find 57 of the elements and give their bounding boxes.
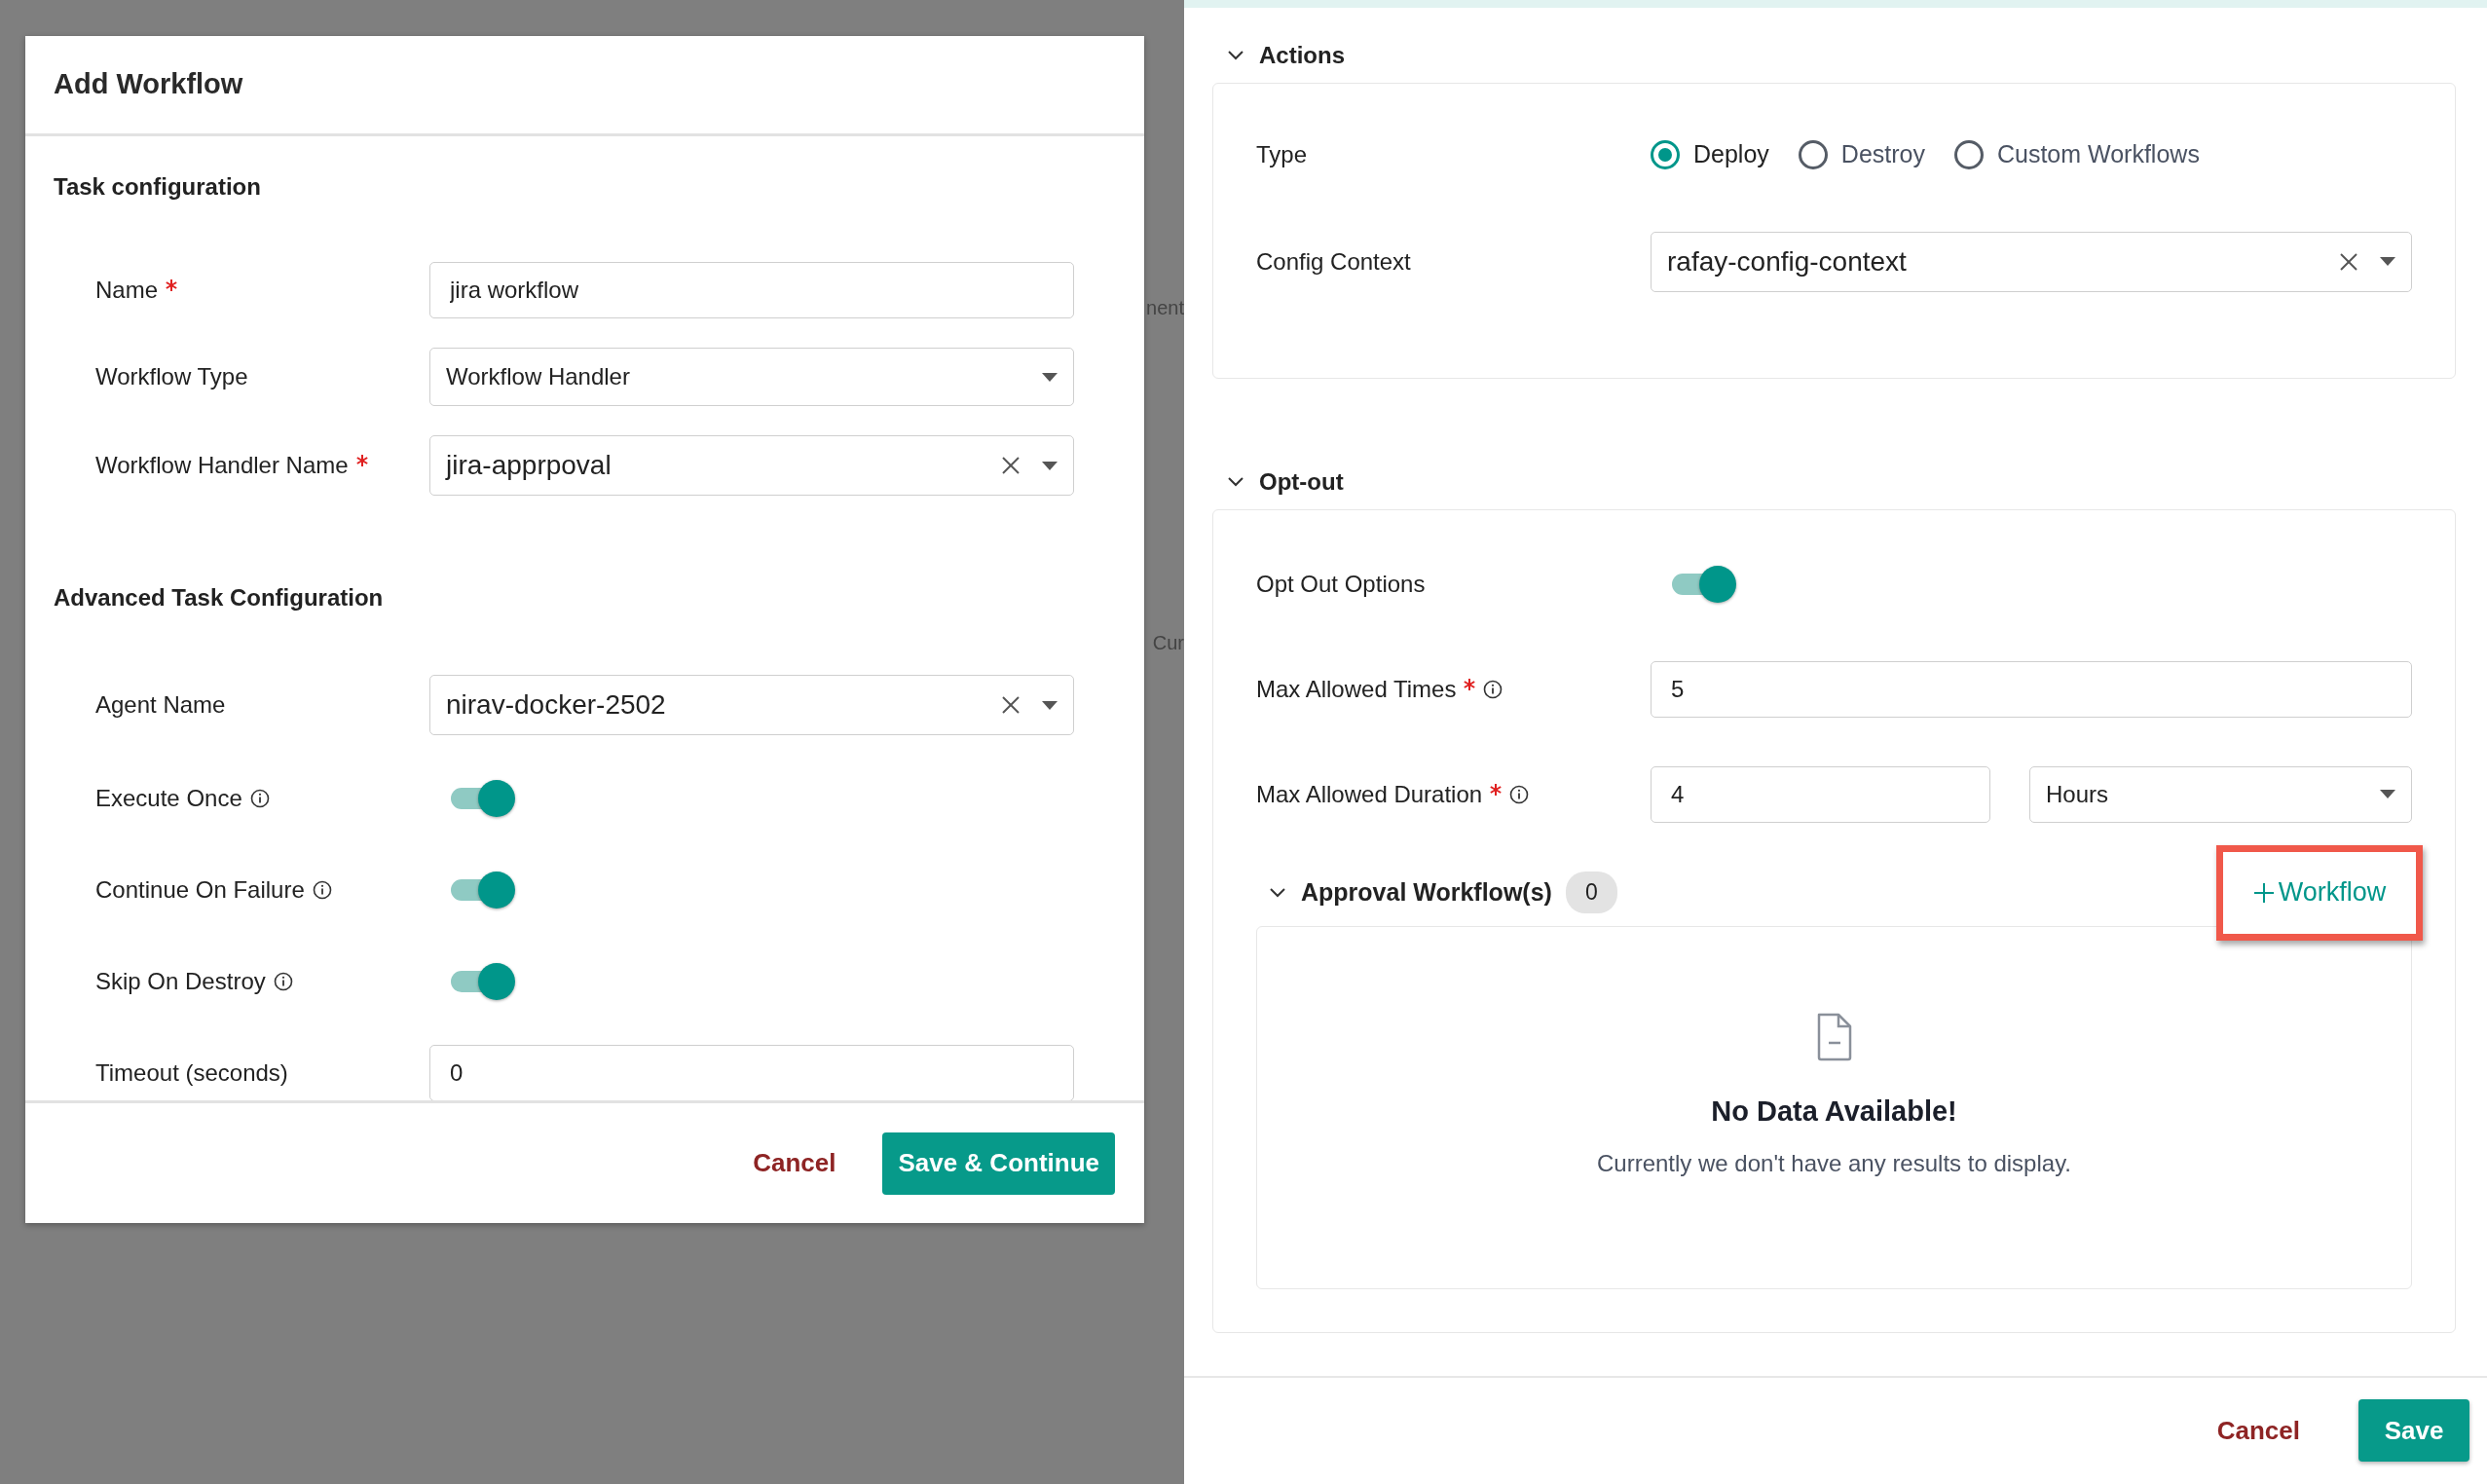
toggle-switch[interactable] <box>1670 564 1738 604</box>
field-label: Skip On Destroy <box>95 967 266 996</box>
radio-label[interactable]: Custom Workflows <box>1996 136 2200 173</box>
select-field[interactable]: nirav-docker-2502 <box>429 675 1074 735</box>
section-title[interactable]: Actions <box>1259 37 1345 73</box>
field-label: Max Allowed Duration <box>1256 779 1483 809</box>
field-label: Workflow Handler Name <box>95 451 349 480</box>
background-text: nent <box>1146 296 1184 319</box>
caret-down-icon[interactable] <box>1042 700 1058 710</box>
section-title[interactable]: Opt-out <box>1259 464 1344 500</box>
add-workflow-button[interactable]: Workflow <box>2216 844 2423 941</box>
radio-button[interactable] <box>1798 139 1828 169</box>
toggle-switch[interactable] <box>449 779 517 818</box>
subsection-title[interactable]: Approval Workflow(s) <box>1301 874 1552 911</box>
field-label: Max Allowed Times <box>1256 674 1457 704</box>
section-heading: Advanced Task Configuration <box>54 583 385 612</box>
number-field[interactable]: 4 <box>1651 765 1990 823</box>
item-count: 0 <box>1565 872 1617 913</box>
unit-select[interactable]: Hours <box>2029 765 2412 823</box>
caret-down-icon[interactable] <box>1042 461 1058 470</box>
close-icon[interactable] <box>1001 456 1021 475</box>
text-field[interactable]: jira workflow <box>429 262 1074 318</box>
text-field[interactable]: 5 <box>1651 660 2412 718</box>
field-label: Type <box>1256 139 1308 169</box>
radio-label[interactable]: Deploy <box>1693 136 1769 173</box>
field-label: Continue On Failure <box>95 875 305 905</box>
toggle-switch[interactable] <box>449 962 517 1001</box>
empty-state-message: Currently we don't have any results to display. <box>1596 1149 2071 1179</box>
section-heading: Task configuration <box>54 172 262 202</box>
close-icon[interactable] <box>1001 695 1021 715</box>
field-label: Config Context <box>1256 246 1411 277</box>
primary-button[interactable]: Save & Continue <box>882 1132 1115 1195</box>
select-field[interactable]: rafay-config-context <box>1651 231 2412 292</box>
select-field[interactable]: Workflow Handler <box>429 348 1074 406</box>
cancel-button[interactable]: Cancel <box>733 1134 856 1192</box>
primary-button[interactable]: Save <box>2358 1399 2469 1463</box>
field-label: Agent Name <box>95 690 226 720</box>
close-icon[interactable] <box>2339 251 2358 272</box>
dialog-title: Add Workflow <box>54 67 243 102</box>
field-label: Name <box>95 276 159 305</box>
toggle-switch[interactable] <box>449 871 517 909</box>
field-label: Opt Out Options <box>1256 569 1426 599</box>
caret-down-icon[interactable] <box>2380 790 2395 799</box>
field-label: Workflow Type <box>95 362 248 391</box>
background-text: Cur <box>1152 631 1184 654</box>
field-label: Timeout (seconds) <box>95 1058 288 1088</box>
cancel-button[interactable]: Cancel <box>2197 1401 2320 1460</box>
radio-button[interactable] <box>1651 139 1680 169</box>
field-label: Execute Once <box>95 784 242 813</box>
caret-down-icon[interactable] <box>2380 257 2395 267</box>
plus-icon <box>2252 881 2275 904</box>
radio-button[interactable] <box>1953 139 1984 169</box>
caret-down-icon[interactable] <box>1042 372 1058 382</box>
text-field[interactable]: 0 <box>429 1045 1074 1100</box>
radio-label[interactable]: Destroy <box>1840 136 1925 173</box>
select-field[interactable]: jira-apprpoval <box>429 435 1074 496</box>
empty-state-title: No Data Available! <box>1711 1094 1957 1129</box>
